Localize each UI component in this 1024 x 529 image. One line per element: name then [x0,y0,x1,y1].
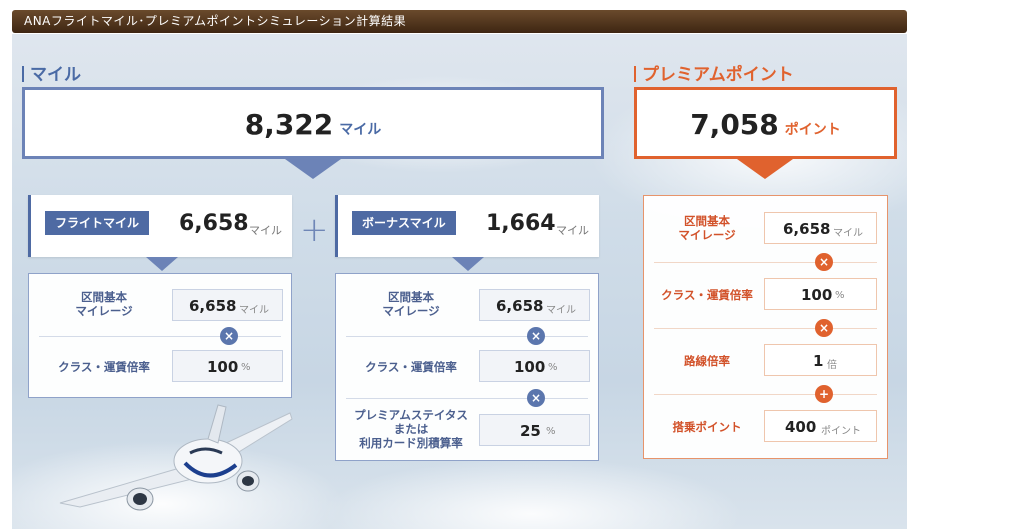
miles-total-arrow [285,159,341,179]
miles-section-label: マイル [22,60,81,85]
premium-base-mileage-field: 6,658 マイル [764,212,877,244]
premium-row-base-mileage: 区間基本 マイレージ 6,658 マイル [644,196,887,262]
flight-base-mileage-field: 6,658 マイル [172,289,283,321]
bonus-mile-header: ボーナスマイル 1,664 マイル [335,195,599,257]
bonus-mile-panel: 区間基本 マイレージ 6,658 マイル × クラス・運賃倍率 100 % × … [335,273,599,461]
bonus-base-mileage-label: 区間基本 マイレージ [382,290,440,318]
flight-class-fare-label: クラス・運賃倍率 [58,360,150,374]
flight-class-fare-field: 100 % [172,350,283,382]
bonus-mile-tag: ボーナスマイル [352,211,456,235]
premium-boarding-points-field: 400 ポイント [764,410,877,442]
plus-operator: + [300,210,329,250]
flight-mile-unit: マイル [249,224,282,237]
premium-total-box: 7,058 ポイント [634,87,897,159]
simulation-result-page: ANAフライトマイル･プレミアムポイントシミュレーション計算結果 マイル 8,3… [0,0,1024,529]
premium-boarding-points-label: 搭乗ポイント [672,420,742,434]
bonus-mile-value: 1,664 [486,211,556,236]
bonus-row-base-mileage: 区間基本 マイレージ 6,658 マイル [336,274,598,336]
flight-base-mileage-label: 区間基本 マイレージ [75,290,133,318]
bonus-mile-unit: マイル [556,224,589,237]
flight-mile-panel: 区間基本 マイレージ 6,658 マイル × クラス・運賃倍率 100 % [28,273,292,398]
airplane-illustration [59,404,293,511]
premium-total-arrow [737,159,793,179]
miles-total-value: 8,322 [244,108,334,141]
premium-row-boarding-points: 搭乗ポイント 400 ポイント [644,394,887,460]
miles-total-unit: マイル [339,122,382,138]
premium-base-mileage-label: 区間基本 マイレージ [678,214,736,242]
bonus-row-class-fare: クラス・運賃倍率 100 % [336,336,598,398]
bonus-class-fare-field: 100 % [479,350,590,382]
premium-route-rate-label: 路線倍率 [684,354,730,368]
bonus-base-mileage-field: 6,658 マイル [479,289,590,321]
premium-class-fare-label: クラス・運賃倍率 [661,288,753,302]
flight-row-base-mileage: 区間基本 マイレージ 6,658 マイル [29,274,291,336]
page-title-bar: ANAフライトマイル･プレミアムポイントシミュレーション計算結果 [12,10,907,33]
flight-row-class-fare: クラス・運賃倍率 100 % [29,336,291,398]
bonus-status-rate-field: 25 % [479,414,590,446]
premium-row-route-rate: 路線倍率 1 倍 [644,328,887,394]
premium-class-fare-field: 100 % [764,278,877,310]
bonus-row-status-rate: プレミアムステイタス または 利用カード別積算率 25 % [336,398,598,462]
bonus-mile-arrow [452,257,484,271]
premium-row-class-fare: クラス・運賃倍率 100 % [644,262,887,328]
bonus-status-rate-label: プレミアムステイタス または 利用カード別積算率 [354,408,468,450]
bonus-class-fare-label: クラス・運賃倍率 [365,360,457,374]
flight-mile-arrow [146,257,178,271]
flight-mile-header: フライトマイル 6,658 マイル [28,195,292,257]
premium-section-label: プレミアムポイント [634,60,794,85]
flight-mile-value: 6,658 [179,211,249,236]
premium-panel: 区間基本 マイレージ 6,658 マイル × クラス・運賃倍率 100 % × … [643,195,888,459]
premium-total-value: 7,058 [690,108,779,141]
premium-total-unit: ポイント [784,122,841,138]
page-title: ANAフライトマイル･プレミアムポイントシミュレーション計算結果 [24,14,407,28]
flight-mile-tag: フライトマイル [45,211,150,235]
miles-total-box: 8,322 マイル [22,87,604,159]
premium-route-rate-field: 1 倍 [764,344,877,376]
